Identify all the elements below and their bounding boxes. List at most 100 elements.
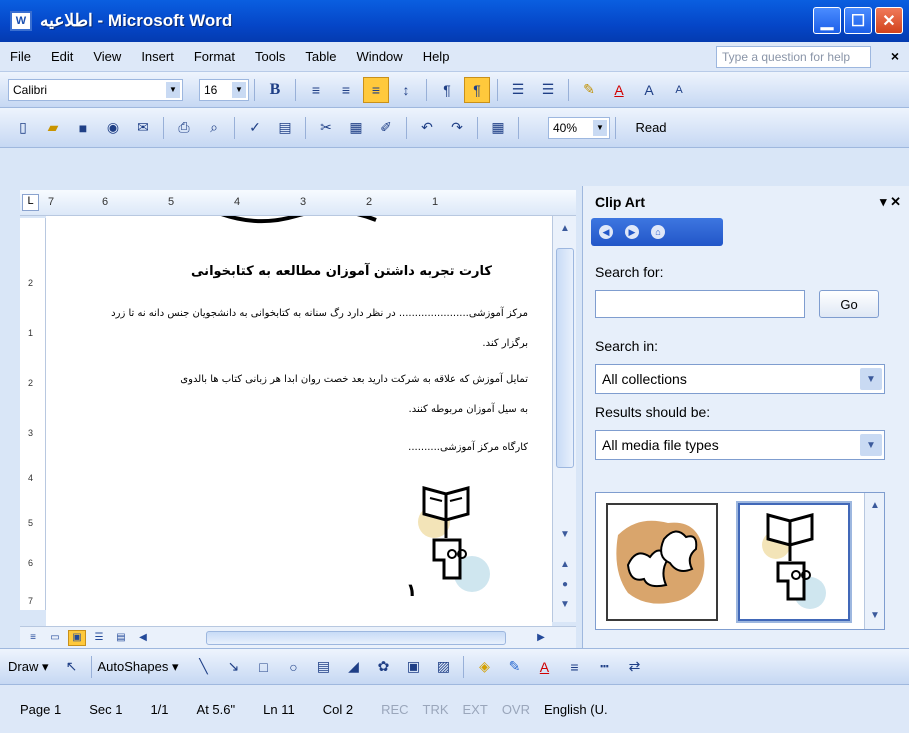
status-language[interactable]: English (U.	[544, 702, 608, 717]
text-box-icon[interactable]: ▤	[310, 654, 336, 680]
bold-button[interactable]: B	[262, 77, 288, 103]
align-left-icon[interactable]: ≡	[303, 77, 329, 103]
font-name-select[interactable]: Calibri ▼	[8, 78, 183, 101]
close-button[interactable]: ✕	[875, 7, 903, 34]
menu-insert[interactable]: Insert	[141, 49, 174, 64]
home-icon[interactable]: ⌂	[651, 225, 665, 239]
document-close-icon[interactable]: ×	[891, 48, 899, 64]
ltr-direction-icon[interactable]: ¶	[434, 77, 460, 103]
format-painter-icon[interactable]: ✐	[373, 115, 399, 141]
font-color-draw-icon[interactable]: A	[531, 654, 557, 680]
autoshapes-menu[interactable]: AutoShapes ▾	[97, 659, 178, 675]
scroll-left-icon[interactable]: ◀	[134, 630, 152, 646]
zoom-select[interactable]: 40% ▼	[548, 116, 610, 139]
scroll-down-icon[interactable]: ▼	[866, 607, 884, 623]
highlight-icon[interactable]: ✎	[576, 77, 602, 103]
search-input[interactable]	[595, 290, 805, 318]
menu-table[interactable]: Table	[305, 49, 336, 64]
line-icon[interactable]: ╲	[190, 654, 216, 680]
print-icon[interactable]: ⎙	[171, 115, 197, 141]
horizontal-scroll-thumb[interactable]	[206, 631, 506, 645]
clipart-result-leaves[interactable]	[606, 503, 718, 621]
menu-format[interactable]: Format	[194, 49, 235, 64]
menu-view[interactable]: View	[93, 49, 121, 64]
line-style-icon[interactable]: ≡	[561, 654, 587, 680]
normal-view-icon[interactable]: ≡	[24, 630, 42, 646]
scroll-down-icon[interactable]: ▼	[556, 526, 574, 542]
vertical-ruler[interactable]: 2 1 2 3 4 5 6 7	[20, 218, 46, 610]
results-scrollbar[interactable]: ▲ ▼	[864, 493, 884, 629]
line-spacing-icon[interactable]: ↕	[393, 77, 419, 103]
reading-layout-view-icon[interactable]: ▤	[112, 630, 130, 646]
arrow-style-icon[interactable]: ⇄	[621, 654, 647, 680]
scroll-right-icon[interactable]: ▶	[532, 630, 550, 646]
arrow-icon[interactable]: ↘	[220, 654, 246, 680]
go-button[interactable]: Go	[819, 290, 879, 318]
spelling-icon[interactable]: ✓	[242, 115, 268, 141]
redo-icon[interactable]: ↷	[444, 115, 470, 141]
tab-selector[interactable]: L	[22, 194, 39, 211]
font-size-select[interactable]: 16 ▼	[199, 78, 249, 101]
menu-file[interactable]: File	[10, 49, 31, 64]
minimize-button[interactable]: ▁	[813, 7, 841, 34]
rectangle-icon[interactable]: □	[250, 654, 276, 680]
new-document-icon[interactable]: ▯	[10, 115, 36, 141]
menu-edit[interactable]: Edit	[51, 49, 73, 64]
outline-view-icon[interactable]: ☰	[90, 630, 108, 646]
table-icon[interactable]: ▦	[485, 115, 511, 141]
status-ovr[interactable]: OVR	[502, 702, 530, 717]
scroll-up-icon[interactable]: ▲	[866, 497, 884, 513]
bullets-icon[interactable]: ☰	[535, 77, 561, 103]
previous-page-icon[interactable]: ▲	[556, 556, 574, 572]
dash-style-icon[interactable]: ┅	[591, 654, 617, 680]
scroll-thumb[interactable]	[556, 248, 574, 468]
undo-icon[interactable]: ↶	[414, 115, 440, 141]
web-layout-view-icon[interactable]: ▭	[46, 630, 64, 646]
scroll-up-icon[interactable]: ▲	[556, 220, 574, 236]
line-color-icon[interactable]: ✎	[501, 654, 527, 680]
permission-icon[interactable]: ◉	[100, 115, 126, 141]
browse-object-icon[interactable]: ●	[556, 576, 574, 592]
document-page[interactable]: کارت تجربه داشتن آموزان مطالعه به کتابخو…	[46, 216, 552, 626]
menu-tools[interactable]: Tools	[255, 49, 285, 64]
clipart-result-book-reader[interactable]	[736, 501, 852, 623]
read-button[interactable]: Read	[623, 115, 679, 141]
print-preview-icon[interactable]: ⌕	[201, 115, 227, 141]
status-rec[interactable]: REC	[381, 702, 408, 717]
horizontal-ruler[interactable]: L 7 6 5 4 3 2 1	[20, 190, 576, 216]
vertical-scrollbar[interactable]: ▲ ▼ ▲ ● ▼	[552, 216, 576, 622]
save-icon[interactable]: ■	[70, 115, 96, 141]
insert-clipart-icon[interactable]: ▣	[400, 654, 426, 680]
forward-icon[interactable]: ▶	[625, 225, 639, 239]
menu-help[interactable]: Help	[423, 49, 450, 64]
search-in-select[interactable]: All collections ▼	[595, 364, 885, 394]
results-type-select[interactable]: All media file types ▼	[595, 430, 885, 460]
paste-icon[interactable]: ▦	[343, 115, 369, 141]
open-folder-icon[interactable]: ▰	[40, 115, 66, 141]
numbering-icon[interactable]: ☰	[505, 77, 531, 103]
menu-window[interactable]: Window	[356, 49, 402, 64]
word-app-icon[interactable]: W	[10, 11, 32, 31]
pane-close-icon[interactable]: ▾ ✕	[880, 194, 901, 210]
oval-icon[interactable]: ○	[280, 654, 306, 680]
next-page-icon[interactable]: ▼	[556, 596, 574, 612]
question-input[interactable]: Type a question for help	[716, 46, 871, 68]
grow-font-icon[interactable]: A	[636, 77, 662, 103]
print-layout-view-icon[interactable]: ▣	[68, 629, 86, 646]
research-icon[interactable]: ▤	[272, 115, 298, 141]
status-trk[interactable]: TRK	[423, 702, 449, 717]
insert-picture-icon[interactable]: ▨	[430, 654, 456, 680]
email-icon[interactable]: ✉	[130, 115, 156, 141]
back-icon[interactable]: ◀	[599, 225, 613, 239]
draw-menu[interactable]: Draw ▾	[8, 659, 48, 675]
font-color-icon[interactable]: A	[606, 77, 632, 103]
align-right-icon[interactable]: ≡	[363, 76, 389, 103]
cut-icon[interactable]: ✂	[313, 115, 339, 141]
wordart-icon[interactable]: ◢	[340, 654, 366, 680]
align-center-icon[interactable]: ≡	[333, 77, 359, 103]
fill-color-icon[interactable]: ◈	[471, 654, 497, 680]
rtl-direction-icon[interactable]: ¶	[464, 76, 490, 103]
status-ext[interactable]: EXT	[463, 702, 488, 717]
shrink-font-icon[interactable]: A	[666, 77, 692, 103]
select-objects-icon[interactable]: ↖	[58, 654, 84, 680]
